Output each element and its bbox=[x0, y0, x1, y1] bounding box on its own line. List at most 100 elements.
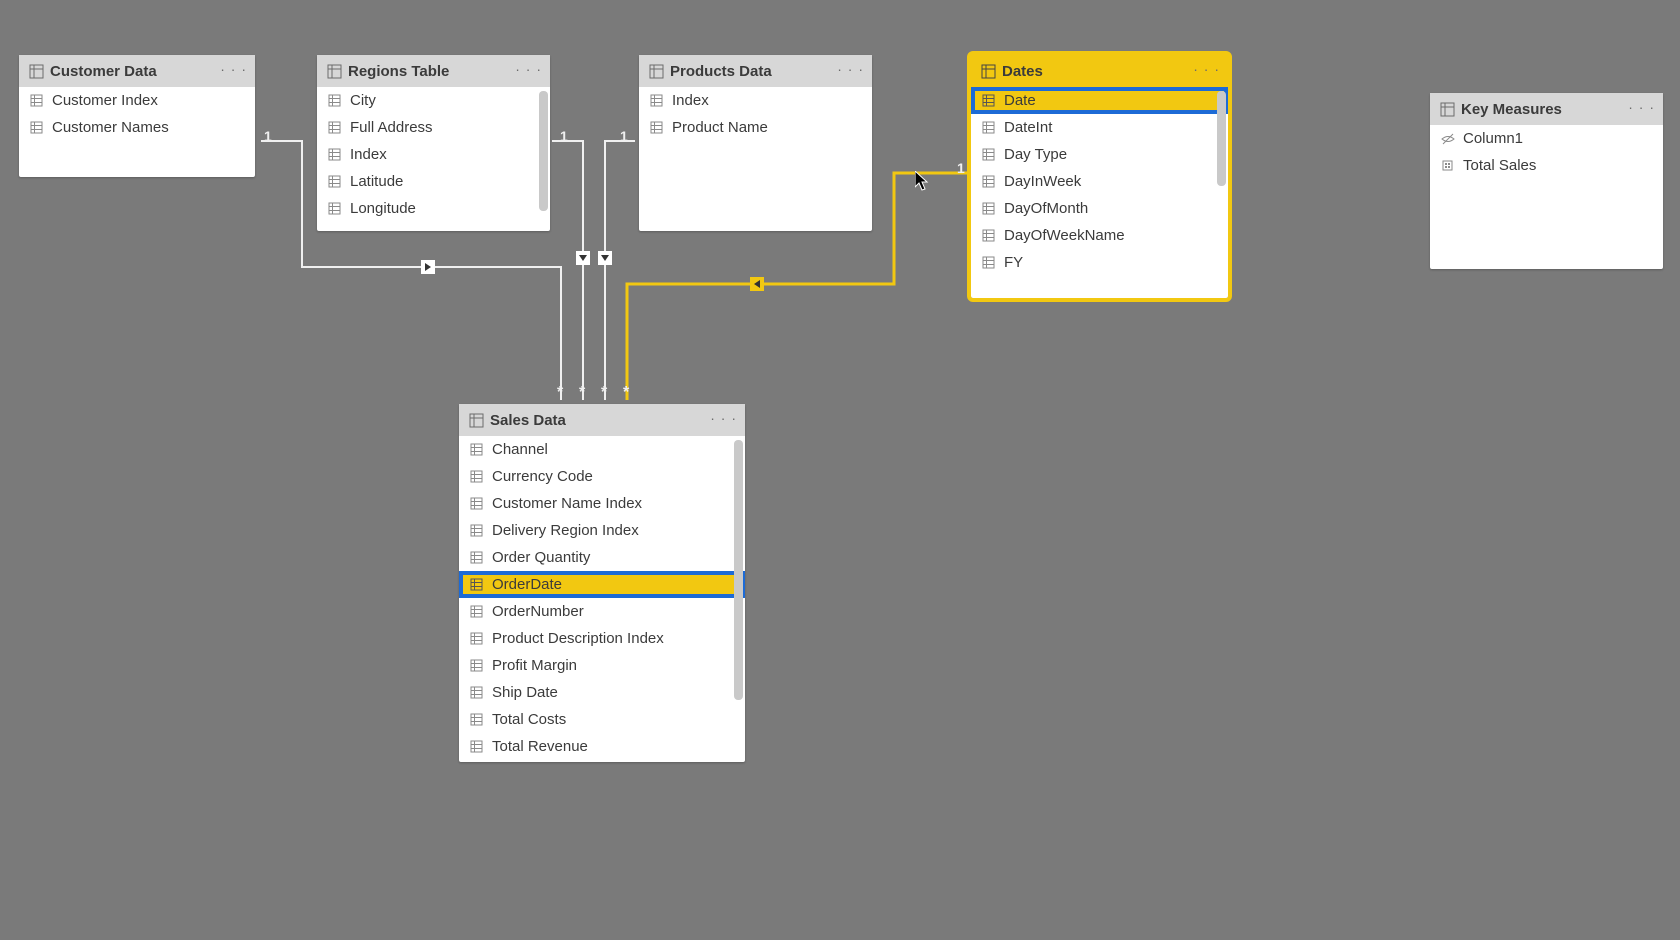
cardinality-one: 1 bbox=[264, 128, 272, 144]
field-item[interactable]: Customer Index bbox=[19, 87, 255, 114]
column-icon bbox=[469, 496, 484, 511]
field-item[interactable]: Day Type bbox=[971, 141, 1228, 168]
cardinality-one: 1 bbox=[560, 128, 568, 144]
table-sales-data[interactable]: Sales Data · · · Channel Currency Code C… bbox=[459, 404, 745, 762]
filter-direction-arrow-icon bbox=[598, 251, 612, 265]
cardinality-many: * bbox=[623, 384, 629, 402]
column-icon bbox=[469, 712, 484, 727]
field-label: Total Revenue bbox=[492, 738, 588, 755]
filter-direction-arrow-icon bbox=[750, 277, 764, 291]
table-products[interactable]: Products Data · · · Index Product Name bbox=[639, 55, 872, 231]
column-icon bbox=[327, 174, 342, 189]
table-header[interactable]: Key Measures · · · bbox=[1430, 93, 1663, 125]
column-icon bbox=[469, 739, 484, 754]
more-options-icon[interactable]: · · · bbox=[1193, 61, 1220, 77]
field-item[interactable]: Currency Code bbox=[459, 463, 745, 490]
field-list: Date DateInt Day Type DayInWeek DayOfMon… bbox=[971, 87, 1228, 298]
field-item[interactable]: FY bbox=[971, 249, 1228, 276]
field-label: Index bbox=[350, 146, 387, 163]
table-customer-data[interactable]: Customer Data · · · Customer Index Custo… bbox=[19, 55, 255, 177]
table-regions[interactable]: Regions Table · · · City Full Address In… bbox=[317, 55, 550, 231]
field-list: Customer Index Customer Names bbox=[19, 87, 255, 177]
field-item[interactable]: Total Costs bbox=[459, 706, 745, 733]
model-view-canvas[interactable]: 1 1 1 1 * * * * Customer Data · · · Cust… bbox=[0, 0, 1680, 940]
column-icon bbox=[29, 93, 44, 108]
field-label: Day Type bbox=[1004, 146, 1067, 163]
table-header[interactable]: Sales Data · · · bbox=[459, 404, 745, 436]
more-options-icon[interactable]: · · · bbox=[710, 410, 737, 426]
table-header[interactable]: Dates · · · bbox=[971, 55, 1228, 87]
hidden-icon bbox=[1440, 131, 1455, 146]
column-icon bbox=[469, 658, 484, 673]
field-item[interactable]: DayInWeek bbox=[971, 168, 1228, 195]
field-item[interactable]: Customer Names bbox=[19, 114, 255, 141]
table-icon bbox=[649, 64, 664, 79]
column-icon bbox=[469, 604, 484, 619]
column-icon bbox=[649, 93, 664, 108]
column-icon bbox=[327, 147, 342, 162]
field-item[interactable]: Profit Margin bbox=[459, 652, 745, 679]
field-item[interactable]: Product Description Index bbox=[459, 625, 745, 652]
column-icon bbox=[981, 93, 996, 108]
field-item-selected[interactable]: OrderDate bbox=[459, 571, 745, 598]
field-item[interactable]: OrderNumber bbox=[459, 598, 745, 625]
column-icon bbox=[981, 201, 996, 216]
more-options-icon[interactable]: · · · bbox=[515, 61, 542, 77]
column-icon bbox=[981, 120, 996, 135]
field-label: DayOfMonth bbox=[1004, 200, 1088, 217]
table-header[interactable]: Products Data · · · bbox=[639, 55, 872, 87]
field-item[interactable]: Index bbox=[639, 87, 872, 114]
field-item[interactable]: Ship Date bbox=[459, 679, 745, 706]
field-label: Column1 bbox=[1463, 130, 1523, 147]
table-title: Regions Table bbox=[348, 63, 449, 80]
field-label: OrderNumber bbox=[492, 603, 584, 620]
field-item[interactable]: Product Name bbox=[639, 114, 872, 141]
field-label: Delivery Region Index bbox=[492, 522, 639, 539]
field-item[interactable]: Longitude bbox=[317, 195, 550, 222]
more-options-icon[interactable]: · · · bbox=[1628, 99, 1655, 115]
field-item[interactable]: DayOfWeekName bbox=[971, 222, 1228, 249]
table-key-measures[interactable]: Key Measures · · · Column1 Total Sales bbox=[1430, 93, 1663, 269]
field-item[interactable]: Order Quantity bbox=[459, 544, 745, 571]
field-label: City bbox=[350, 92, 376, 109]
table-title: Sales Data bbox=[490, 412, 566, 429]
field-list: Index Product Name bbox=[639, 87, 872, 231]
table-icon bbox=[327, 64, 342, 79]
scrollbar-thumb[interactable] bbox=[1217, 91, 1226, 186]
field-item[interactable]: Total Sales bbox=[1430, 152, 1663, 179]
scrollbar-thumb[interactable] bbox=[539, 91, 548, 211]
field-item[interactable]: Column1 bbox=[1430, 125, 1663, 152]
table-header[interactable]: Regions Table · · · bbox=[317, 55, 550, 87]
field-label: Longitude bbox=[350, 200, 416, 217]
measure-icon bbox=[1440, 158, 1455, 173]
column-icon bbox=[981, 147, 996, 162]
field-item-selected[interactable]: Date bbox=[971, 87, 1228, 114]
cardinality-many: * bbox=[579, 384, 585, 402]
scrollbar-thumb[interactable] bbox=[734, 440, 743, 700]
field-item[interactable]: Total Revenue bbox=[459, 733, 745, 760]
field-item[interactable]: DayOfMonth bbox=[971, 195, 1228, 222]
filter-direction-arrow-icon bbox=[576, 251, 590, 265]
field-item[interactable]: Latitude bbox=[317, 168, 550, 195]
field-label: Ship Date bbox=[492, 684, 558, 701]
column-icon bbox=[981, 174, 996, 189]
field-item[interactable]: Index bbox=[317, 141, 550, 168]
field-list: Column1 Total Sales bbox=[1430, 125, 1663, 269]
table-header[interactable]: Customer Data · · · bbox=[19, 55, 255, 87]
field-label: Index bbox=[672, 92, 709, 109]
field-label: Product Name bbox=[672, 119, 768, 136]
field-item[interactable]: Delivery Region Index bbox=[459, 517, 745, 544]
field-item[interactable]: Channel bbox=[459, 436, 745, 463]
filter-direction-arrow-icon bbox=[421, 260, 435, 274]
table-icon bbox=[469, 413, 484, 428]
field-item[interactable]: Full Address bbox=[317, 114, 550, 141]
more-options-icon[interactable]: · · · bbox=[837, 61, 864, 77]
field-item[interactable]: Customer Name Index bbox=[459, 490, 745, 517]
column-icon bbox=[469, 469, 484, 484]
field-label: Total Costs bbox=[492, 711, 566, 728]
table-dates[interactable]: Dates · · · Date DateInt Day Type DayInW… bbox=[971, 55, 1228, 298]
table-icon bbox=[1440, 102, 1455, 117]
field-item[interactable]: DateInt bbox=[971, 114, 1228, 141]
field-item[interactable]: City bbox=[317, 87, 550, 114]
more-options-icon[interactable]: · · · bbox=[220, 61, 247, 77]
